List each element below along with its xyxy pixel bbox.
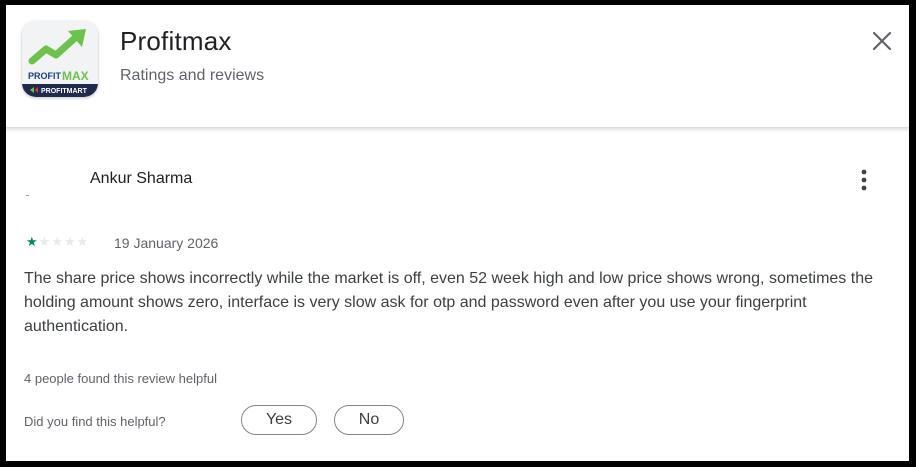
dialog-subtitle: Ratings and reviews (120, 67, 265, 84)
helpful-yes-button[interactable]: Yes (241, 405, 317, 435)
star-icon: ★ (51, 234, 63, 249)
avatar (24, 158, 64, 198)
more-options-button[interactable] (848, 164, 880, 196)
svg-text:MAX: MAX (62, 69, 89, 83)
close-icon (872, 31, 892, 51)
avatar-placeholder-mark (26, 195, 29, 196)
helpful-count: 4 people found this review helpful (24, 371, 217, 386)
svg-text:PROFIT: PROFIT (28, 71, 62, 81)
star-icon: ★ (63, 234, 76, 249)
review-card: Ankur Sharma ★ ★ ★ ★ ★ 19 January 2026 T… (6, 128, 909, 461)
review-date: 19 January 2026 (114, 235, 219, 251)
app-title: Profitmax (120, 26, 232, 56)
star-rating: ★ ★ ★ ★ ★ (26, 235, 88, 249)
review-text: The share price shows incorrectly while … (24, 270, 873, 335)
more-vert-icon (861, 169, 867, 191)
star-icon: ★ (26, 234, 38, 249)
svg-text:PROFITMART: PROFITMART (41, 88, 88, 95)
helpful-no-button[interactable]: No (334, 405, 404, 435)
helpful-question: Did you find this helpful? (24, 414, 166, 429)
star-icon: ★ (38, 234, 51, 249)
dialog-header: PROFIT MAX PROFITMART Profitmax Ratings … (6, 5, 909, 128)
star-icon: ★ (76, 234, 89, 249)
close-button[interactable] (864, 23, 900, 59)
profitmax-logo-icon: PROFIT MAX PROFITMART (22, 21, 98, 97)
reviewer-name: Ankur Sharma (90, 170, 193, 187)
ratings-dialog: PROFIT MAX PROFITMART Profitmax Ratings … (6, 5, 909, 461)
